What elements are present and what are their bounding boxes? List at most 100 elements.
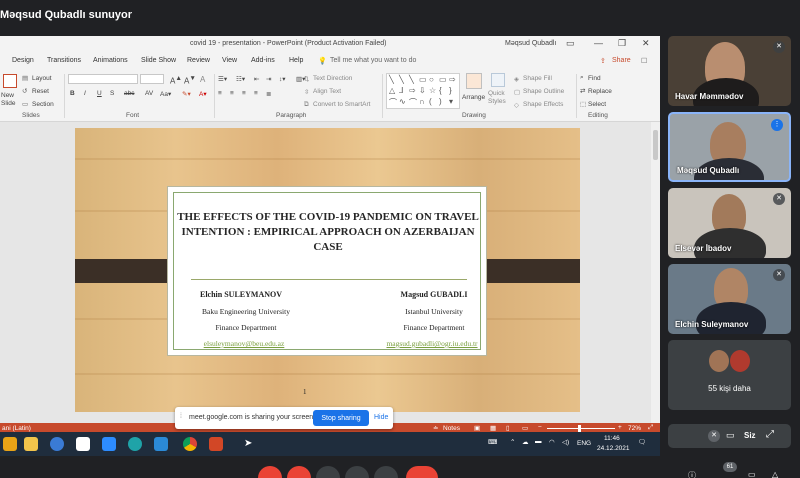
find-button[interactable]: Find <box>588 75 601 82</box>
ribbon-display-icon[interactable]: ▭ <box>566 38 575 49</box>
replace-button[interactable]: Replace <box>588 88 612 95</box>
scroll-thumb[interactable] <box>653 130 658 160</box>
convert-smartart-button[interactable]: Convert to SmartArt <box>313 101 370 108</box>
l-shape-icon[interactable]: ⅃ <box>399 86 403 95</box>
maximize-icon[interactable]: ❐ <box>618 38 626 49</box>
language-indicator[interactable]: ENG <box>577 440 591 447</box>
shrink-font-icon[interactable]: A▼ <box>184 75 196 86</box>
store-icon[interactable] <box>76 437 90 451</box>
expand-icon[interactable]: ⤢ <box>766 429 774 440</box>
brace-shape-icon[interactable]: } <box>449 86 452 95</box>
new-slide-button[interactable]: New Slide <box>1 92 19 108</box>
align-right-icon[interactable]: ≡ <box>242 90 246 97</box>
close-icon[interactable]: ✕ <box>642 38 650 49</box>
arrange-icon[interactable] <box>466 73 482 89</box>
wifi-icon[interactable]: ◠ <box>549 438 555 446</box>
shadow-icon[interactable]: S <box>110 90 114 97</box>
slide-sorter-icon[interactable]: ▦ <box>490 424 496 432</box>
shape-outline-button[interactable]: Shape Outline <box>523 88 564 95</box>
clock-time[interactable]: 11:46 <box>604 435 620 442</box>
highlight-icon[interactable]: ✎▾ <box>182 90 191 98</box>
justify-icon[interactable]: ≡ <box>254 90 258 97</box>
battery-icon[interactable]: ▬ <box>535 438 542 445</box>
minimize-icon[interactable]: — <box>594 38 603 48</box>
reading-view-icon[interactable]: ▯ <box>506 424 510 432</box>
numbering-icon[interactable]: ☷▾ <box>236 75 245 83</box>
zoom-app-icon[interactable] <box>102 437 116 451</box>
tab-review[interactable]: Review <box>187 57 210 64</box>
font-size-input[interactable] <box>140 74 164 84</box>
zoom-in-icon[interactable]: + <box>618 424 622 431</box>
notifications-icon[interactable]: 🗨 <box>638 438 646 446</box>
chevron-up-icon[interactable]: ⌃ <box>510 438 515 446</box>
align-text-button[interactable]: Align Text <box>313 88 341 95</box>
mic-toggle-button[interactable] <box>258 466 282 478</box>
arrow-shape-icon[interactable]: ⇨ <box>409 86 416 95</box>
camera-toggle-button[interactable] <box>287 466 311 478</box>
fit-slide-icon[interactable]: ⤢ <box>648 424 653 432</box>
stop-sharing-button[interactable]: Stop sharing <box>313 410 369 426</box>
end-call-button[interactable] <box>406 466 438 478</box>
zoom-out-icon[interactable]: − <box>538 424 542 431</box>
tab-add-ins[interactable]: Add-ins <box>251 57 275 64</box>
shape-effects-button[interactable]: Shape Effects <box>523 101 563 108</box>
indent-more-icon[interactable]: ⇥ <box>266 75 271 83</box>
self-mic-off-icon[interactable]: ✕ <box>708 430 720 442</box>
text-direction-button[interactable]: Text Direction <box>313 75 352 82</box>
language-status[interactable]: ani (Latin) <box>2 425 31 432</box>
file-explorer-icon[interactable] <box>24 437 38 451</box>
quick-styles-icon[interactable] <box>491 73 505 87</box>
arrow-shape-icon[interactable]: ⇩ <box>419 86 426 95</box>
zoom-level[interactable]: 72% <box>628 425 641 432</box>
captions-button[interactable] <box>316 466 340 478</box>
slide-canvas[interactable]: THE EFFECTS OF THE COVID-19 PANDEMIC ON … <box>75 128 580 412</box>
tab-slide-show[interactable]: Slide Show <box>141 57 176 64</box>
participant-tile[interactable]: ✕ Elchin Suleymanov <box>668 264 791 334</box>
paren-shape-icon[interactable]: ) <box>439 97 442 106</box>
calculator-icon[interactable] <box>154 437 168 451</box>
curve-shape-icon[interactable]: ∩ <box>419 97 425 106</box>
hide-button[interactable]: Hide <box>374 414 388 421</box>
arrow-shape-icon[interactable]: ⇨ <box>449 75 456 84</box>
zoom-slider[interactable] <box>547 428 615 429</box>
grow-font-icon[interactable]: A▲ <box>170 75 182 86</box>
normal-view-icon[interactable]: ▣ <box>474 424 480 432</box>
tab-transitions[interactable]: Transitions <box>47 57 81 64</box>
drag-handle-icon[interactable]: ⁞ <box>180 413 182 420</box>
select-button[interactable]: Select <box>588 101 606 108</box>
comments-icon[interactable]: ☐ <box>641 57 647 65</box>
section-button[interactable]: Section <box>32 101 54 108</box>
new-slide-icon[interactable] <box>3 74 17 88</box>
tab-help[interactable]: Help <box>289 57 303 64</box>
info-icon[interactable]: ⓘ <box>688 470 696 478</box>
volume-icon[interactable]: ◁) <box>562 438 569 446</box>
line-shape-icon[interactable]: ╲ <box>389 75 394 84</box>
shapes-gallery[interactable]: ╲ ╲ ╲ ▭ ○ ▭ ⇨ △ ⅃ ⇨ ⇩ ☆ { } ⌒ ∿ ⌒ ∩ ( ) <box>386 73 460 109</box>
underline-icon[interactable]: U <box>97 90 102 97</box>
browser-icon[interactable] <box>50 437 64 451</box>
tab-design[interactable]: Design <box>12 57 34 64</box>
self-camera-off-icon[interactable]: ▭ <box>726 430 735 441</box>
font-color-icon[interactable]: A▾ <box>199 90 207 98</box>
tab-animations[interactable]: Animations <box>93 57 128 64</box>
more-participants-tile[interactable]: 55 kişi daha <box>668 340 791 410</box>
indent-less-icon[interactable]: ⇤ <box>254 75 259 83</box>
star-shape-icon[interactable]: ☆ <box>429 86 436 95</box>
reset-button[interactable]: Reset <box>32 88 49 95</box>
line-shape-icon[interactable]: ╲ <box>409 75 414 84</box>
powerpoint-icon[interactable] <box>209 437 223 451</box>
taskbar-app-icon[interactable] <box>3 437 17 451</box>
curve-shape-icon[interactable]: ∿ <box>399 97 406 106</box>
chat-icon[interactable]: ▭ <box>748 470 756 478</box>
align-center-icon[interactable]: ≡ <box>230 90 234 97</box>
curve-shape-icon[interactable]: ⌒ <box>389 97 397 108</box>
line-spacing-icon[interactable]: ↕▾ <box>279 75 286 83</box>
paren-shape-icon[interactable]: ( <box>429 97 432 106</box>
more-options-button[interactable] <box>374 466 398 478</box>
strikethrough-icon[interactable]: abc <box>124 90 134 97</box>
shape-fill-button[interactable]: Shape Fill <box>523 75 552 82</box>
brace-shape-icon[interactable]: { <box>439 86 442 95</box>
activities-icon[interactable]: △ <box>772 470 778 478</box>
participant-tile[interactable]: ⋮ Məqsud Qubadlı <box>668 112 791 182</box>
slideshow-view-icon[interactable]: ▭ <box>522 424 528 432</box>
